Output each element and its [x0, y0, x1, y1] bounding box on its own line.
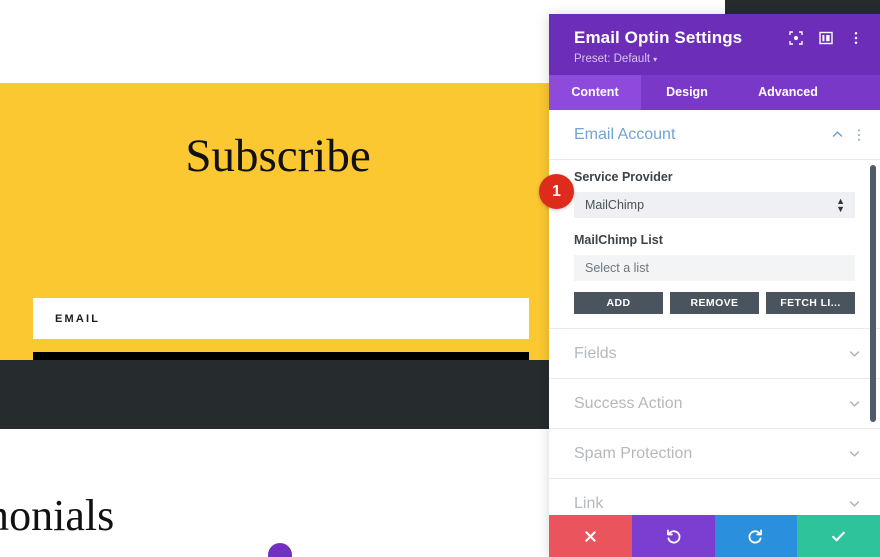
chevron-down-icon[interactable] [848, 347, 861, 360]
chevron-down-icon[interactable] [848, 397, 861, 410]
chevron-down-icon[interactable] [848, 447, 861, 460]
optin-email-placeholder: EMAIL [55, 312, 101, 325]
close-x-icon [583, 529, 598, 544]
section-email-account-header[interactable]: Email Account [549, 110, 880, 160]
redo-button[interactable] [714, 515, 798, 557]
panel-tabs: Content Design Advanced [549, 75, 880, 110]
undo-arrow-icon [665, 528, 682, 545]
section-link-label: Link [574, 494, 604, 512]
section-link-header[interactable]: Link [549, 479, 880, 515]
section-email-account-label: Email Account [574, 125, 676, 143]
remove-button[interactable]: REMOVE [670, 292, 759, 314]
optin-module-preview: Subscribe EMAIL SUBSCRIBE [0, 83, 556, 393]
page-dark-topbar [725, 0, 880, 14]
panel-body: Email Account Service Provider MailChimp… [549, 110, 880, 515]
focus-target-icon[interactable] [789, 31, 803, 45]
service-provider-select[interactable]: MailChimp ▲ ▼ [574, 192, 855, 218]
panel-header: Email Optin Settings Preset: Default ▾ [549, 14, 880, 75]
section-success-action-label: Success Action [574, 394, 683, 412]
section-spam-protection-label: Spam Protection [574, 444, 693, 462]
redo-arrow-icon [747, 528, 764, 545]
service-provider-label: Service Provider [574, 170, 673, 184]
stepper-arrows-icon: ▲ ▼ [836, 196, 845, 214]
section-options-kebab-icon[interactable] [857, 128, 861, 142]
step-badge-1: 1 [539, 174, 574, 209]
section-success-action-header[interactable]: Success Action [549, 379, 880, 429]
chevron-up-icon[interactable] [831, 128, 844, 141]
save-button[interactable] [797, 515, 880, 557]
cancel-button[interactable] [549, 515, 632, 557]
email-optin-settings-panel: Email Optin Settings Preset: Default ▾ C… [549, 14, 880, 557]
fetch-lists-button[interactable]: FETCH LI... [766, 292, 855, 314]
page-clipped-heading: Testimonials [0, 491, 115, 540]
chevron-down-icon: ▾ [653, 55, 658, 64]
split-layout-icon[interactable] [819, 31, 833, 45]
preset-label: Preset: Default [574, 53, 651, 65]
list-action-buttons: ADD REMOVE FETCH LI... [574, 292, 855, 314]
panel-footer [549, 515, 880, 557]
optin-email-input[interactable]: EMAIL [33, 298, 529, 339]
optin-title: Subscribe [185, 130, 371, 182]
section-spam-protection-header[interactable]: Spam Protection [549, 429, 880, 479]
panel-scrollbar-thumb[interactable] [870, 165, 876, 422]
screenshot-root: Subscribe EMAIL SUBSCRIBE Testimonials E… [0, 0, 880, 557]
kebab-menu-icon[interactable] [849, 31, 863, 45]
tab-design[interactable]: Design [641, 75, 733, 110]
section-email-account-content: Service Provider MailChimp ▲ ▼ MailChimp … [549, 160, 880, 329]
section-fields-header[interactable]: Fields [549, 329, 880, 379]
mailchimp-list-label: MailChimp List [574, 233, 663, 247]
panel-title: Email Optin Settings [574, 28, 743, 47]
undo-button[interactable] [631, 515, 715, 557]
tab-content[interactable]: Content [549, 75, 641, 110]
page-decorative-dot [268, 543, 292, 557]
preset-selector[interactable]: Preset: Default ▾ [574, 53, 863, 65]
section-fields-label: Fields [574, 344, 617, 362]
check-icon [830, 528, 847, 545]
add-button[interactable]: ADD [574, 292, 663, 314]
chevron-down-icon[interactable] [848, 497, 861, 510]
tab-advanced[interactable]: Advanced [733, 75, 843, 110]
page-dark-band [0, 360, 556, 429]
mailchimp-list-input[interactable]: Select a list [574, 255, 855, 281]
service-provider-value: MailChimp [585, 198, 645, 212]
